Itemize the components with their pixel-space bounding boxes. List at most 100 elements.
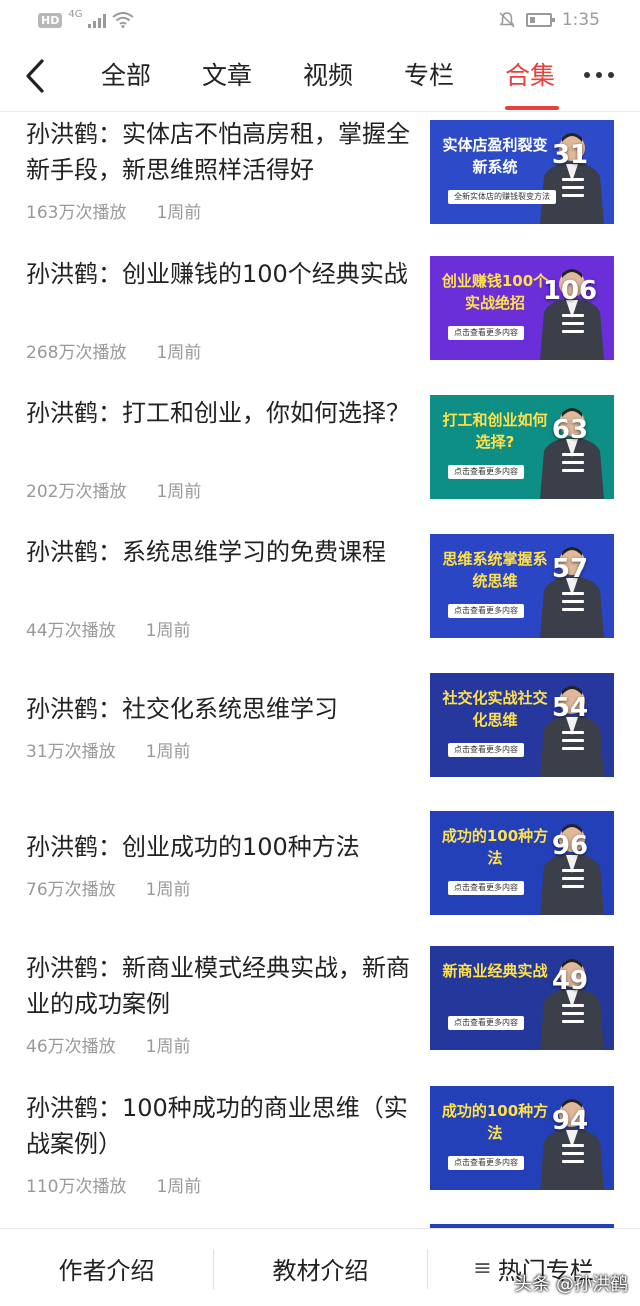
item-meta: 46万次播放 1周前	[26, 1032, 190, 1057]
item-thumbnail[interactable]: 思维系统掌握系统思维 点击查看更多内容 57	[430, 534, 614, 638]
item-title: 孙洪鹤：实体店不怕高房租，掌握全新手段，新思维照样活得好	[26, 120, 410, 184]
play-count: 202万次播放	[26, 482, 127, 502]
thumbnail-cta: 点击查看更多内容	[448, 326, 524, 340]
play-count: 31万次播放	[26, 742, 116, 762]
thumbnail-cta: 点击查看更多内容	[448, 1016, 524, 1030]
list-item[interactable]: 孙洪鹤：新商业模式经典实战，新商业的成功案例 46万次播放 1周前 新商业经典实战…	[0, 946, 640, 1066]
network-label: 4G	[68, 8, 83, 20]
playlist-icon	[562, 1004, 584, 1028]
thumbnail-cta: 点击查看更多内容	[448, 1156, 524, 1170]
publish-time: 1周前	[145, 742, 191, 762]
list-item[interactable]: 孙洪鹤：创业赚钱的100个经典实战 268万次播放 1周前 创业赚钱100个实战绝…	[0, 252, 640, 372]
item-title: 孙洪鹤：新商业模式经典实战，新商业的成功案例	[26, 954, 410, 1018]
playlist-icon	[562, 314, 584, 338]
publish-time: 1周前	[156, 1177, 202, 1197]
thumbnail-cta: 点击查看更多内容	[448, 465, 524, 479]
item-thumbnail[interactable]: 创业赚钱100个实战绝招 点击查看更多内容 106	[430, 256, 614, 360]
materials-intro-label: 教材介绍	[272, 1256, 369, 1285]
item-title: 孙洪鹤：创业赚钱的100个经典实战	[26, 260, 408, 288]
item-meta: 110万次播放 1周前	[26, 1172, 201, 1197]
tab-all[interactable]: 全部	[101, 60, 151, 92]
item-thumbnail[interactable]: 实体店盈利裂变新系统 全新实体店的赚钱裂变方法 31	[430, 120, 614, 224]
publish-time: 1周前	[145, 621, 191, 641]
item-thumbnail[interactable]: 打工和创业如何选择? 点击查看更多内容 63	[430, 395, 614, 499]
item-title: 孙洪鹤：系统思维学习的免费课程	[26, 538, 386, 566]
publish-time: 1周前	[145, 880, 191, 900]
thumbnail-text: 实体店盈利裂变新系统	[442, 136, 548, 176]
publish-time: 1周前	[156, 482, 202, 502]
more-icon[interactable]	[584, 72, 614, 78]
list-item[interactable]: 孙洪鹤：实体店不怕高房租，掌握全新手段，新思维照样活得好 163万次播放 1周前 …	[0, 112, 640, 232]
thumbnail-text: 社交化实战社交化思维	[442, 689, 548, 729]
episode-count: 54	[551, 693, 589, 723]
materials-intro-button[interactable]: 教材介绍	[214, 1229, 427, 1306]
mute-bell-icon	[499, 12, 515, 28]
playlist-icon	[562, 178, 584, 202]
play-count: 268万次播放	[26, 343, 127, 363]
signal-icon	[88, 12, 107, 28]
item-meta: 31万次播放 1周前	[26, 737, 190, 762]
watermark: 头条 @孙洪鹤	[514, 1274, 628, 1295]
episode-count: 63	[551, 415, 589, 445]
hd-badge: HD	[38, 12, 63, 28]
list-item[interactable]: 孙洪鹤：创业成功的100种方法 76万次播放 1周前 成功的100种方法 点击查看…	[0, 807, 640, 927]
thumbnail-cta: 全新实体店的赚钱裂变方法	[448, 190, 556, 204]
item-title: 孙洪鹤：100种成功的商业思维（实战案例）	[26, 1094, 408, 1158]
author-intro-button[interactable]: 作者介绍	[0, 1229, 213, 1306]
status-left: HD 4G	[38, 8, 135, 28]
episode-count: 57	[551, 554, 589, 584]
thumbnail-cta: 点击查看更多内容	[448, 604, 524, 618]
menu-icon: ≡	[473, 1255, 492, 1281]
item-thumbnail[interactable]: 成功的100种方法 点击查看更多内容 94	[430, 1086, 614, 1190]
collection-list: 孙洪鹤：实体店不怕高房租，掌握全新手段，新思维照样活得好 163万次播放 1周前 …	[0, 112, 640, 1228]
play-count: 110万次播放	[26, 1177, 127, 1197]
thumbnail-cta: 点击查看更多内容	[448, 881, 524, 895]
episode-count: 94	[551, 1106, 589, 1136]
episode-count: 96	[551, 831, 589, 861]
thumbnail-text: 打工和创业如何选择?	[442, 411, 548, 451]
status-time: 1:35	[561, 10, 600, 30]
publish-time: 1周前	[156, 203, 202, 223]
episode-count: 106	[542, 276, 598, 306]
battery-icon	[525, 13, 555, 27]
item-title: 孙洪鹤：社交化系统思维学习	[26, 695, 338, 723]
thumbnail-text: 成功的100种方法	[441, 1102, 549, 1142]
item-title: 孙洪鹤：创业成功的100种方法	[26, 833, 360, 861]
list-item[interactable]: 孙洪鹤：100种成功的商业思维（实战案例） 110万次播放 1周前 成功的100种…	[0, 1086, 640, 1206]
item-thumbnail[interactable]: 社交化实战社交化思维 点击查看更多内容 54	[430, 673, 614, 777]
playlist-icon	[562, 869, 584, 893]
play-count: 44万次播放	[26, 621, 116, 641]
back-arrow-icon[interactable]	[20, 58, 50, 94]
list-item[interactable]: 孙洪鹤：社交化系统思维学习 31万次播放 1周前 社交化实战社交化思维 点击查看更…	[0, 669, 640, 789]
status-right: 1:35	[498, 10, 600, 30]
active-tab-indicator	[505, 106, 559, 110]
thumbnail-text: 创业赚钱100个实战绝招	[441, 272, 549, 312]
author-intro-label: 作者介绍	[58, 1256, 155, 1285]
tab-columns[interactable]: 专栏	[404, 60, 454, 92]
thumbnail-cta: 点击查看更多内容	[448, 743, 524, 757]
tab-articles[interactable]: 文章	[202, 60, 252, 92]
playlist-icon	[562, 731, 584, 755]
thumbnail-text: 思维系统掌握系统思维	[442, 550, 548, 590]
publish-time: 1周前	[156, 343, 202, 363]
item-meta: 76万次播放 1周前	[26, 875, 190, 900]
list-item[interactable]: 孙洪鹤：系统思维学习的免费课程 44万次播放 1周前 思维系统掌握系统思维 点击查…	[0, 530, 640, 650]
status-bar: HD 4G 1:35	[0, 0, 640, 40]
play-count: 163万次播放	[26, 203, 127, 223]
list-item[interactable]: 孙洪鹤：打工和创业，你如何选择？ 202万次播放 1周前 打工和创业如何选择? 点…	[0, 391, 640, 511]
episode-count: 49	[551, 966, 589, 996]
item-thumbnail[interactable]: 成功的100种方法 点击查看更多内容 96	[430, 811, 614, 915]
item-meta: 268万次播放 1周前	[26, 338, 201, 363]
thumbnail-text: 成功的100种方法	[441, 827, 549, 867]
play-count: 76万次播放	[26, 880, 116, 900]
item-thumbnail[interactable]: 新商业经典实战 点击查看更多内容 49	[430, 946, 614, 1050]
tab-collections[interactable]: 合集	[505, 60, 555, 92]
top-nav: 全部 文章 视频 专栏 合集	[0, 40, 640, 112]
item-meta: 163万次播放 1周前	[26, 198, 201, 223]
episode-count: 31	[551, 140, 589, 170]
playlist-icon	[562, 1144, 584, 1168]
item-meta: 202万次播放 1周前	[26, 477, 201, 502]
publish-time: 1周前	[145, 1037, 191, 1057]
tab-videos[interactable]: 视频	[303, 60, 353, 92]
play-count: 46万次播放	[26, 1037, 116, 1057]
